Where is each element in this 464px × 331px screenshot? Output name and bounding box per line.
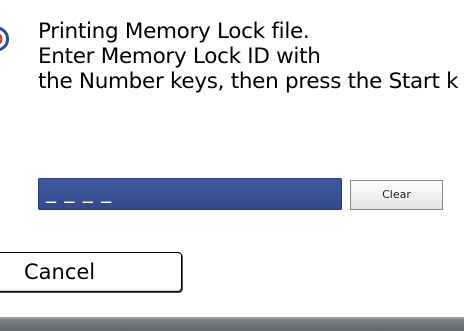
memory-lock-id-field[interactable]: _ _ _ _ [38,178,342,210]
message-line-1: Printing Memory Lock file. [38,19,310,44]
cancel-button[interactable]: Cancel [0,252,182,292]
clear-button[interactable]: Clear [350,180,443,210]
cancel-button-label: Cancel [24,260,96,284]
message-line-2: Enter Memory Lock ID with [38,44,321,69]
memory-lock-dialog: Printing Memory Lock file. Enter Memory … [0,0,464,331]
info-icon [0,27,10,51]
message-line-3: the Number keys, then press the Start k [38,69,459,94]
id-entry-mask: _ _ _ _ [46,179,113,203]
bottom-status-bar [0,317,464,331]
dialog-message: Printing Memory Lock file. Enter Memory … [38,19,459,94]
